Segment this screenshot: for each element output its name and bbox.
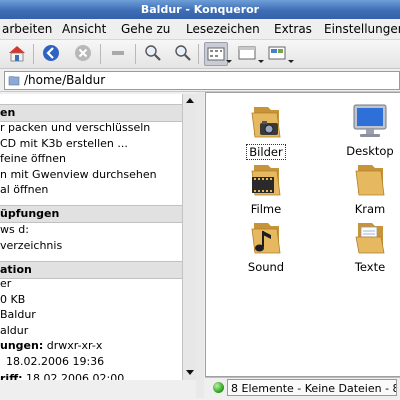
menu-bar: arbeiten Ansicht Gehe zu Lesezeichen Ext… (0, 19, 400, 40)
file-label: Filme (250, 202, 282, 216)
info-owner: Baldur (0, 308, 36, 321)
zoom-out-icon[interactable] (172, 42, 194, 64)
info-accessed: riff: 18.02.2006 02:00 (0, 371, 124, 380)
sidebar-action[interactable]: n mit Gwenview durchsehen (0, 167, 157, 182)
panel-splitter[interactable] (196, 92, 204, 398)
sidebar-action[interactable]: CD mit K3b erstellen ... (0, 136, 128, 151)
sidebar-link[interactable]: ws d: (0, 222, 29, 237)
location-bar: /home/Baldur (0, 69, 400, 92)
folder-icon (355, 165, 385, 196)
info-sidebar: en r packen und verschlüsseln CD mit K3b… (0, 94, 183, 380)
status-text: 8 Elemente - Keine Dateien - 8 Ordner (227, 379, 397, 396)
scroll-up-icon[interactable] (186, 98, 194, 103)
folder-small-icon (8, 74, 20, 89)
back-icon[interactable] (40, 42, 62, 64)
info-type: er (0, 277, 12, 290)
file-label: Sound (247, 260, 285, 274)
location-path[interactable]: /home/Baldur (24, 73, 105, 87)
image-view-icon[interactable] (266, 42, 288, 64)
menu-lesezeichen[interactable]: Lesezeichen (186, 22, 260, 36)
info-modified: 18.02.2006 19:36 (6, 355, 105, 368)
folder-video-icon (251, 165, 281, 196)
toolbar (0, 40, 400, 69)
sidebar-scrollbar[interactable] (182, 94, 196, 380)
info-permissions-label: ungen: (0, 339, 44, 352)
file-label: Texte (354, 260, 386, 274)
sidebar-section-links-title: üpfungen (0, 205, 182, 223)
info-accessed-value: 18.02.2006 02:00 (26, 372, 125, 380)
info-permissions-value: drwxr-xr-x (46, 339, 103, 352)
menu-extras[interactable]: Extras (274, 22, 312, 36)
window-title: Baldur - Konqueror (140, 3, 260, 16)
folder-pictures-icon (251, 107, 281, 138)
folder-documents-icon (355, 223, 385, 254)
sidebar-action[interactable]: feine öffnen (0, 151, 66, 166)
zoom-in-icon[interactable] (142, 42, 164, 64)
sidebar-bottom-area (0, 380, 196, 400)
file-item-bilder[interactable]: Bilder (226, 101, 306, 160)
home-icon[interactable] (6, 42, 28, 64)
file-item-sound[interactable]: Sound (226, 217, 306, 274)
menu-bearbeiten[interactable]: arbeiten (2, 22, 52, 36)
window-title-bar: Baldur - Konqueror (0, 0, 400, 19)
sidebar-link[interactable]: verzeichnis (0, 238, 62, 253)
file-icon-view: Bilder Desktop Filme Kram Sound Texte (205, 92, 400, 377)
file-item-texte[interactable]: Texte (330, 217, 400, 274)
icon-view-icon[interactable] (204, 42, 228, 66)
file-item-kram[interactable]: Kram (330, 159, 400, 216)
sidebar-section-info-title: ation (0, 261, 182, 279)
menu-gehe-zu[interactable]: Gehe zu (121, 22, 170, 36)
info-group: aldur (0, 324, 29, 337)
info-permissions: ungen: drwxr-xr-x (0, 338, 102, 353)
file-label: Kram (354, 202, 386, 216)
menu-ansicht[interactable]: Ansicht (62, 22, 106, 36)
location-field[interactable]: /home/Baldur (4, 71, 400, 90)
stop-icon[interactable] (72, 42, 94, 64)
menu-einstellungen[interactable]: Einstellungen (324, 22, 400, 36)
status-bar: 8 Elemente - Keine Dateien - 8 Ordner (205, 377, 400, 399)
info-size: 0 KB (0, 293, 26, 306)
file-item-desktop[interactable]: Desktop (330, 101, 400, 158)
window-icon[interactable] (236, 42, 258, 64)
desktop-monitor-icon (353, 104, 387, 137)
folder-sound-icon (251, 223, 281, 254)
file-item-filme[interactable]: Filme (226, 159, 306, 216)
file-label: Bilder (246, 144, 286, 160)
scroll-down-icon[interactable] (186, 370, 194, 375)
file-label: Desktop (346, 144, 394, 158)
sidebar-action[interactable]: al öffnen (0, 182, 48, 197)
info-accessed-label: riff: (0, 372, 23, 380)
status-led-icon (213, 382, 224, 393)
cut-icon[interactable] (107, 42, 129, 64)
sidebar-action[interactable]: r packen und verschlüsseln (0, 120, 150, 135)
